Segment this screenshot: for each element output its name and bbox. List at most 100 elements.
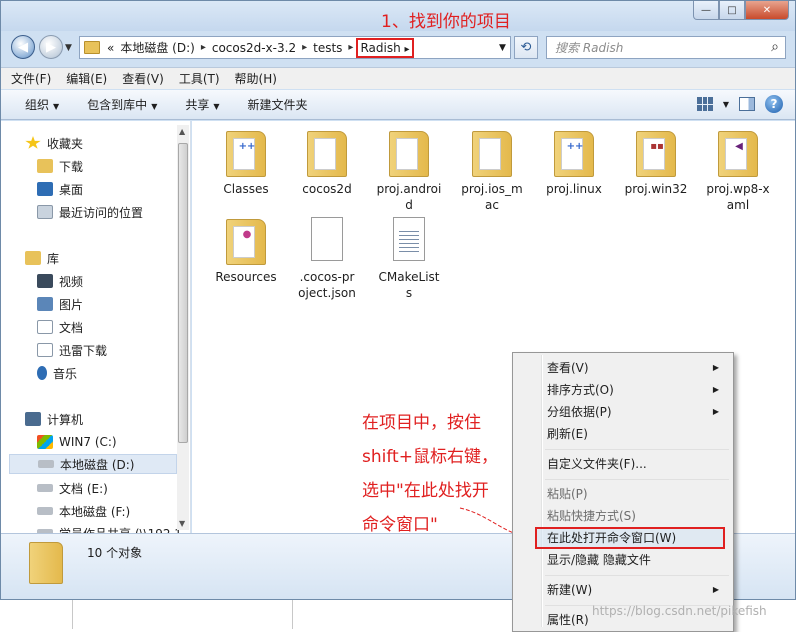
- file-item-cocos2d[interactable]: cocos2d: [284, 129, 370, 197]
- nav-drive-f[interactable]: 本地磁盘 (F:): [37, 501, 130, 521]
- menu-tools[interactable]: 工具(T): [179, 70, 220, 87]
- menu-item-properties[interactable]: 属性(R): [547, 609, 589, 631]
- annotation-line: 在项目中，按住: [362, 413, 481, 433]
- file-item-proj-win32[interactable]: ▪▪ proj.win32: [613, 129, 699, 197]
- menu-edit[interactable]: 编辑(E): [66, 70, 107, 87]
- change-view-icon[interactable]: [696, 97, 713, 111]
- menu-item-refresh[interactable]: 刷新(E): [547, 423, 588, 445]
- nav-libraries[interactable]: 库: [25, 248, 59, 268]
- nav-documents[interactable]: 文档: [37, 317, 83, 337]
- file-item-resources[interactable]: ● Resources: [203, 217, 289, 285]
- folder-icon: ◀: [718, 129, 758, 177]
- nav-thunder-downloads[interactable]: 迅雷下载: [37, 340, 107, 360]
- help-icon[interactable]: ?: [765, 95, 783, 113]
- menu-item-customize-folder[interactable]: 自定义文件夹(F)...: [547, 453, 647, 475]
- nav-drive-c[interactable]: WIN7 (C:): [37, 432, 117, 452]
- nav-pictures[interactable]: 图片: [37, 294, 83, 314]
- breadcrumb-separator-icon[interactable]: ▸: [198, 42, 209, 53]
- nav-recent-places[interactable]: 最近访问的位置: [37, 202, 143, 222]
- minimize-button[interactable]: —: [693, 1, 719, 20]
- menu-help[interactable]: 帮助(H): [235, 70, 277, 87]
- menu-item-sort[interactable]: 排序方式(O): [547, 379, 614, 401]
- breadcrumb-radish-label: Radish: [360, 40, 401, 55]
- document-icon: [37, 343, 53, 357]
- nav-scrollbar[interactable]: ▲ ▼: [177, 125, 189, 530]
- nav-drive-d-label: 本地磁盘 (D:): [60, 457, 135, 472]
- close-button[interactable]: ✕: [745, 1, 789, 20]
- address-bar[interactable]: « 本地磁盘 (D:) ▸ cocos2d-x-3.2 ▸ tests ▸ Ra…: [79, 36, 511, 59]
- nav-downloads-label: 下载: [59, 159, 84, 174]
- organize-button[interactable]: 组织 ▼: [25, 96, 59, 113]
- breadcrumb-radish[interactable]: Radish ▸: [356, 37, 414, 58]
- submenu-arrow-icon: ▶: [712, 363, 719, 372]
- file-item-proj-wp8-xaml[interactable]: ◀ proj.wp8-x aml: [695, 129, 781, 213]
- menu-file[interactable]: 文件(F): [11, 70, 51, 87]
- share-button[interactable]: 共享 ▼: [185, 96, 219, 113]
- address-dropdown-icon[interactable]: ▼: [499, 43, 506, 53]
- menu-item-open-command-window[interactable]: 在此处打开命令窗口(W): [547, 527, 676, 549]
- search-placeholder: 搜索 Radish: [555, 41, 624, 55]
- forward-button[interactable]: ▶: [39, 35, 63, 59]
- folder-icon: [29, 542, 63, 584]
- nav-desktop[interactable]: 桌面: [37, 179, 83, 199]
- maximize-button[interactable]: □: [719, 1, 745, 20]
- menu-item-new[interactable]: 新建(W): [547, 579, 592, 601]
- scroll-up-icon[interactable]: ▲: [179, 127, 185, 136]
- context-menu: 查看(V) ▶ 排序方式(O) ▶ 分组依据(P) ▶ 刷新(E) 自定义文件夹…: [512, 352, 734, 632]
- breadcrumb-drive-d[interactable]: 本地磁盘 (D:): [117, 39, 197, 56]
- menu-bar: 文件(F) 编辑(E) 查看(V) 工具(T) 帮助(H): [1, 67, 795, 89]
- windows-drive-icon: [37, 435, 53, 449]
- nav-videos[interactable]: 视频: [37, 271, 83, 291]
- folder-icon: [307, 129, 347, 177]
- scroll-thumb[interactable]: [178, 143, 188, 443]
- breadcrumb-separator-icon[interactable]: ▸: [345, 42, 356, 53]
- search-input[interactable]: 搜索 Radish ⌕: [546, 36, 786, 59]
- nav-network-share[interactable]: 学员作品共享 (\\192.1: [37, 523, 182, 533]
- breadcrumb-separator-icon[interactable]: ▸: [299, 42, 310, 53]
- nav-favorites[interactable]: 收藏夹: [25, 133, 83, 153]
- address-row: ◀ ▶ ▼ « 本地磁盘 (D:) ▸ cocos2d-x-3.2 ▸ test…: [1, 33, 795, 63]
- nav-drive-d[interactable]: 本地磁盘 (D:): [9, 454, 177, 474]
- hard-drive-icon: [38, 460, 54, 468]
- annotation-line: 选中"在此处找开: [362, 481, 489, 501]
- scroll-down-icon[interactable]: ▼: [179, 519, 185, 528]
- menu-item-view[interactable]: 查看(V): [547, 357, 589, 379]
- menu-separator: [545, 575, 729, 576]
- nav-music[interactable]: 音乐: [37, 363, 77, 383]
- recent-pages-dropdown-icon[interactable]: ▼: [65, 43, 72, 53]
- breadcrumb-cocos2d-x[interactable]: cocos2d-x-3.2: [209, 41, 299, 55]
- menu-item-toggle-hidden-files[interactable]: 显示/隐藏 隐藏文件: [547, 549, 651, 571]
- back-button[interactable]: ◀: [11, 35, 35, 59]
- menu-item-group[interactable]: 分组依据(P): [547, 401, 612, 423]
- file-item-proj-ios-mac[interactable]: proj.ios_m ac: [449, 129, 535, 213]
- nav-computer[interactable]: 计算机: [25, 409, 83, 429]
- view-dropdown-icon[interactable]: ▼: [723, 100, 729, 109]
- nav-downloads[interactable]: 下载: [37, 156, 83, 176]
- menu-item-paste: 粘贴(P): [547, 487, 588, 501]
- file-item-proj-linux[interactable]: ++ proj.linux: [531, 129, 617, 197]
- file-item-cmakelists[interactable]: CMakeList s: [366, 217, 452, 301]
- computer-icon: [25, 412, 41, 426]
- search-icon[interactable]: ⌕: [771, 39, 779, 55]
- hard-drive-icon: [37, 507, 53, 515]
- chevron-down-icon: ▼: [53, 102, 60, 111]
- refresh-icon[interactable]: ⟲: [514, 36, 538, 59]
- file-name: proj.win32: [624, 182, 688, 196]
- file-item-cocos-project-json[interactable]: .cocos-pr oject.json: [284, 217, 370, 301]
- breadcrumb-tests[interactable]: tests: [310, 41, 345, 55]
- file-item-proj-android[interactable]: proj.androi d: [366, 129, 452, 213]
- nav-drive-e[interactable]: 文档 (E:): [37, 478, 108, 498]
- new-folder-button[interactable]: 新建文件夹: [248, 96, 308, 113]
- title-bar: 1、找到你的项目 — □ ✕: [1, 1, 795, 32]
- breadcrumb-overflow[interactable]: «: [104, 41, 117, 55]
- preview-pane-icon[interactable]: [739, 97, 755, 111]
- nav-videos-label: 视频: [59, 274, 84, 289]
- picture-icon: [37, 297, 53, 311]
- submenu-arrow-icon: ▶: [712, 385, 719, 394]
- include-library-button[interactable]: 包含到库中 ▼: [87, 96, 157, 113]
- menu-view[interactable]: 查看(V): [122, 70, 164, 87]
- chevron-down-icon: ▼: [213, 102, 220, 111]
- file-item-classes[interactable]: ++ Classes: [203, 129, 289, 197]
- include-library-label: 包含到库中: [87, 98, 148, 112]
- submenu-arrow-icon: ▶: [712, 407, 719, 416]
